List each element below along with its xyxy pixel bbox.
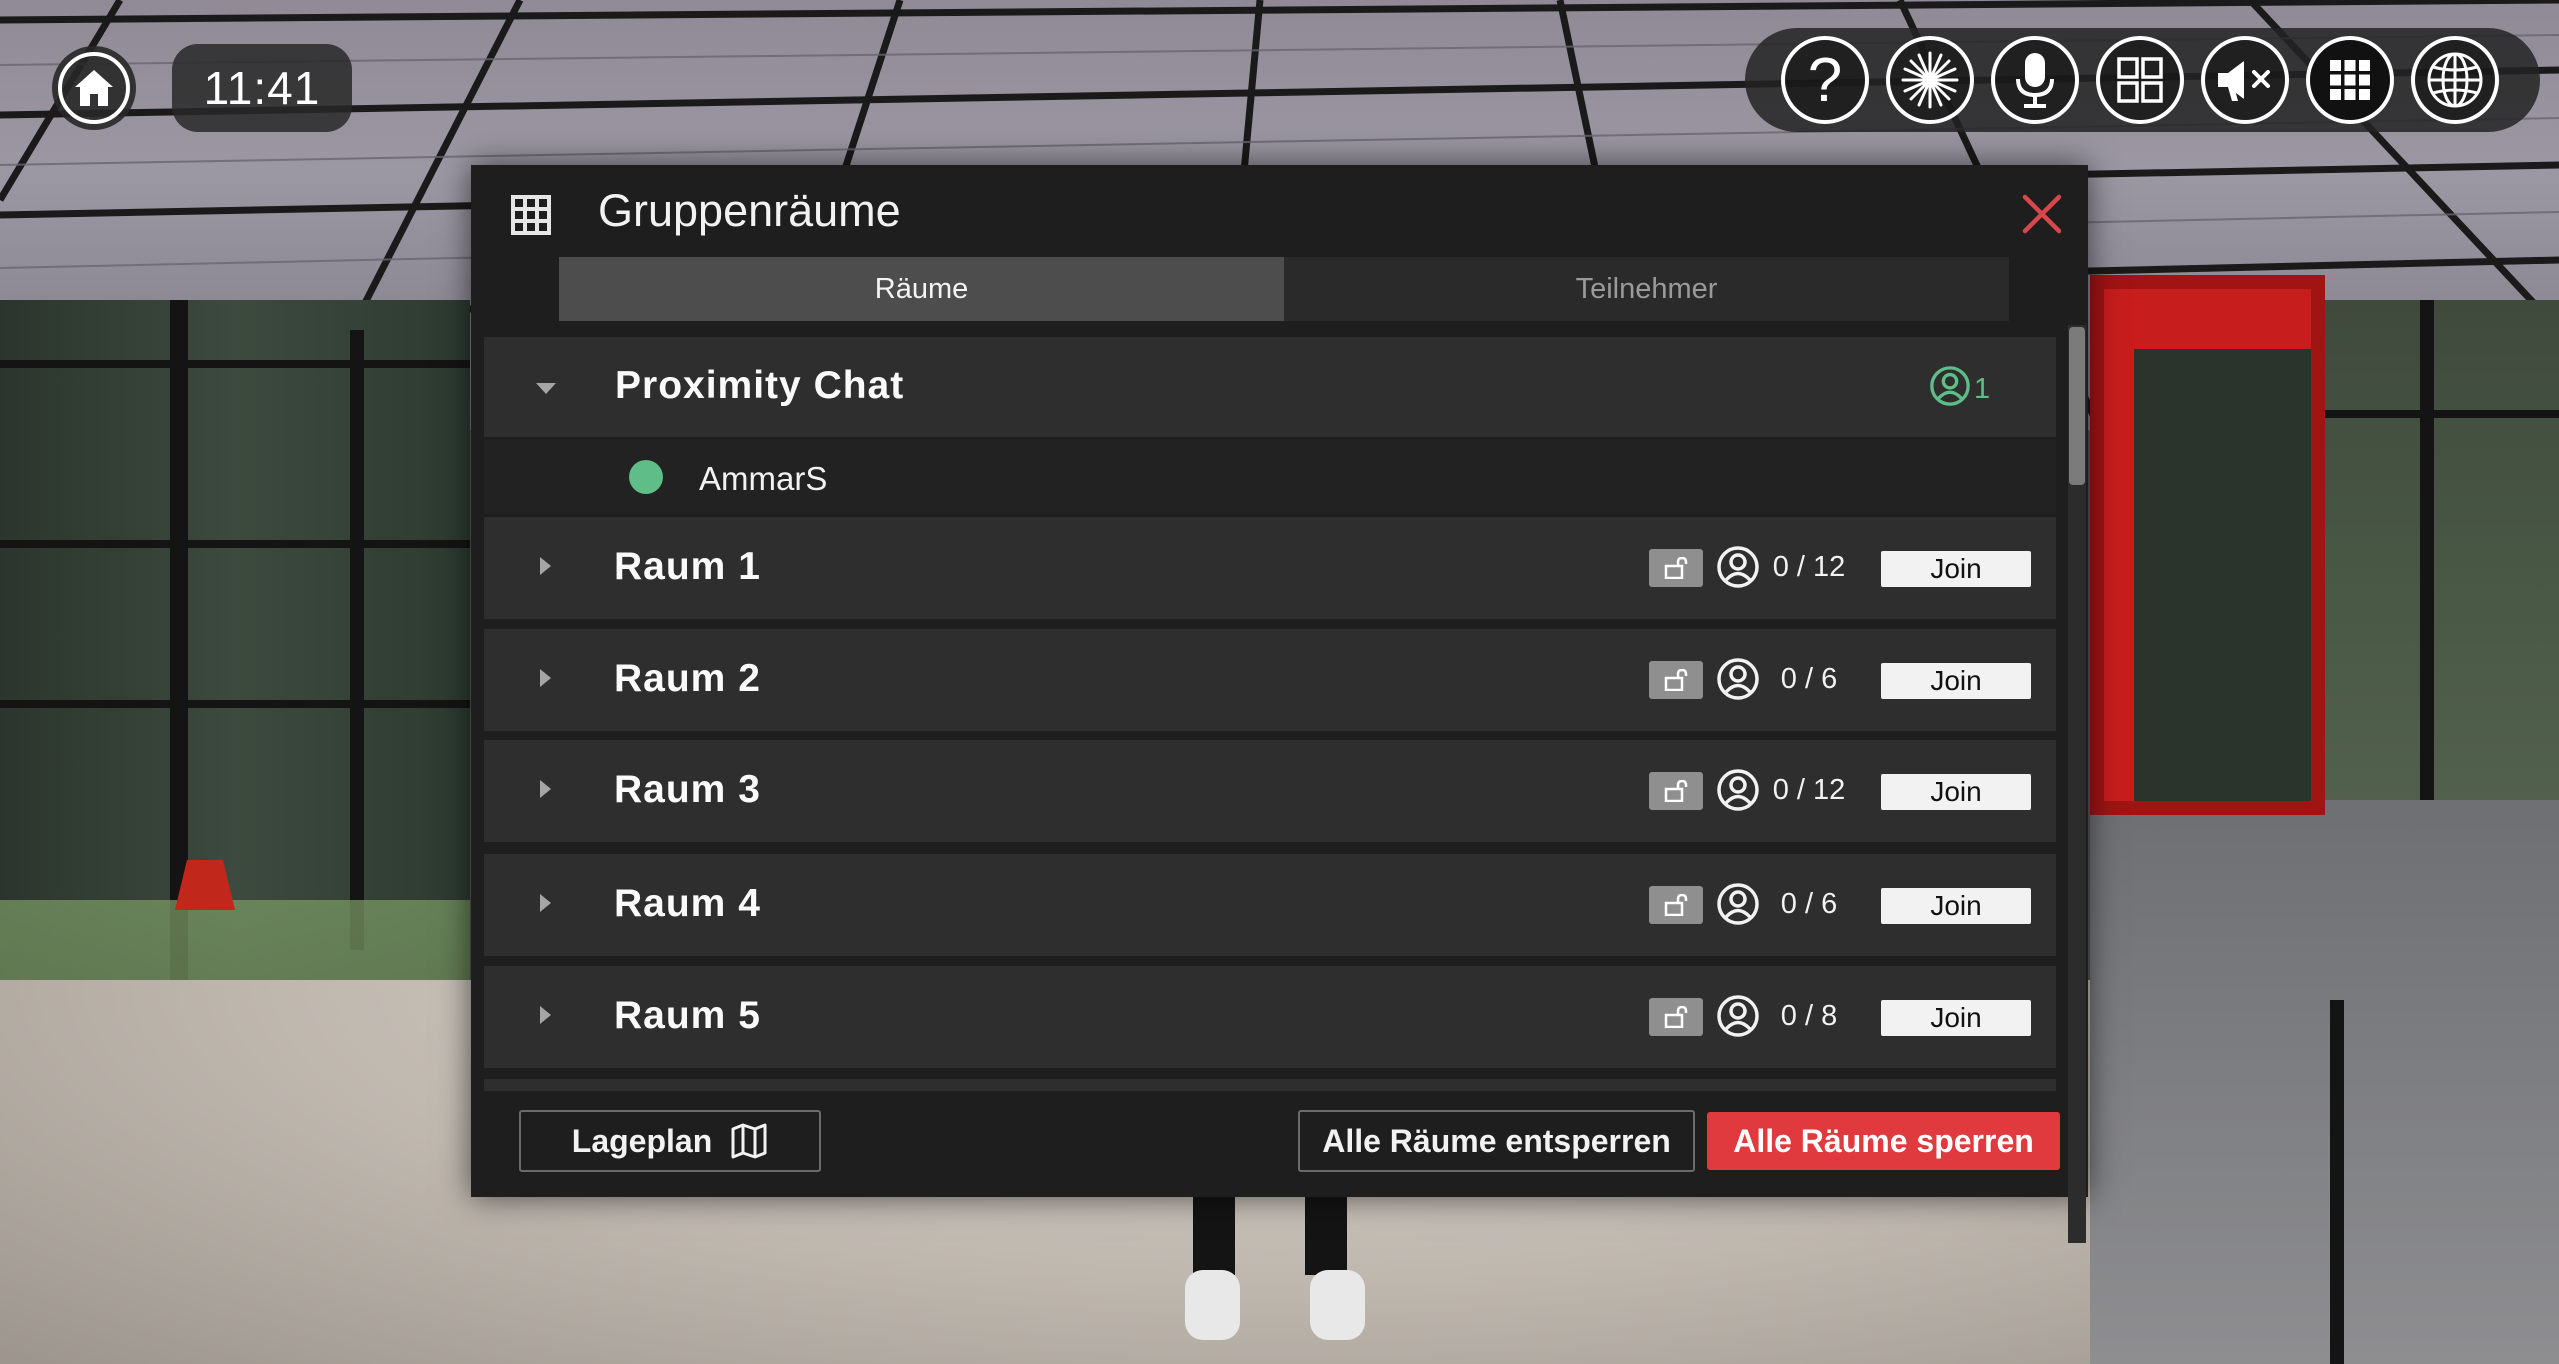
room-name: Raum 4 [614, 882, 761, 925]
chevron-right-icon[interactable] [540, 557, 551, 575]
online-status-icon [629, 460, 663, 494]
room-name: Raum 5 [614, 994, 761, 1037]
right-floor [2090, 800, 2559, 1364]
unlocked-icon[interactable] [1649, 772, 1703, 810]
language-button[interactable] [2411, 36, 2499, 124]
close-icon[interactable] [2021, 193, 2063, 235]
unlocked-icon[interactable] [1649, 549, 1703, 587]
lock-all-rooms-button[interactable]: Alle Räume sperren [1707, 1112, 2060, 1170]
proximity-chat-count: 1 [1974, 373, 1991, 405]
home-icon [75, 70, 113, 106]
mute-speaker-icon [2218, 61, 2270, 101]
chevron-right-icon[interactable] [540, 894, 551, 912]
home-button[interactable] [52, 46, 136, 130]
tab-participants[interactable]: Teilnehmer [1284, 257, 2009, 321]
join-button[interactable]: Join [1881, 888, 2031, 924]
chevron-right-icon[interactable] [540, 780, 551, 798]
help-button[interactable]: ? [1781, 36, 1869, 124]
room-capacity: 0 / 6 [1780, 888, 1838, 920]
room-name: Raum 3 [614, 768, 761, 811]
join-button[interactable]: Join [1881, 663, 2031, 699]
join-button[interactable]: Join [1881, 774, 2031, 810]
room-row-5[interactable]: Raum 5 0 / 8 Join [484, 966, 2056, 1068]
tab-rooms[interactable]: Räume [559, 257, 1284, 321]
window-frame [0, 700, 470, 708]
layout-icon [2117, 57, 2163, 103]
laser-pointer-icon [1901, 51, 1959, 109]
room-capacity: 0 / 8 [1780, 1000, 1838, 1032]
window-frame [2420, 300, 2434, 820]
unlocked-icon[interactable] [1649, 886, 1703, 924]
room-row-4[interactable]: Raum 4 0 / 6 Join [484, 854, 2056, 956]
room-capacity: 0 / 6 [1780, 663, 1838, 695]
clock: 11:41 [172, 44, 352, 132]
mute-audio-button[interactable] [2201, 36, 2289, 124]
room-capacity: 0 / 12 [1772, 551, 1846, 583]
railing-post [2330, 1000, 2344, 1364]
scrollbar-thumb[interactable] [2069, 327, 2085, 485]
window-frame [0, 540, 470, 548]
globe-icon [2427, 52, 2483, 108]
site-map-button[interactable]: Lageplan [519, 1110, 821, 1172]
help-icon: ? [1807, 46, 1843, 115]
dialog-header: Gruppenräume [471, 165, 2088, 257]
room-row-2[interactable]: Raum 2 0 / 6 Join [484, 629, 2056, 731]
group-rooms-button[interactable] [2306, 36, 2394, 124]
dialog-title: Gruppenräume [598, 185, 901, 236]
microphone-icon [2016, 53, 2054, 108]
room-row-1[interactable]: Raum 1 0 / 12 Join [484, 517, 2056, 619]
room-name: Raum 2 [614, 657, 761, 700]
group-rooms-icon [511, 195, 551, 235]
site-map-label: Lageplan [571, 1122, 713, 1159]
hud-toolbar: ? [1745, 28, 2540, 132]
window-frame [350, 330, 364, 950]
user-count-icon [1930, 366, 1970, 406]
join-button[interactable]: Join [1881, 1000, 2031, 1036]
member-item: AmmarS [484, 440, 2056, 514]
member-name: AmmarS [699, 460, 828, 497]
chevron-right-icon[interactable] [540, 1006, 551, 1024]
microphone-button[interactable] [1991, 36, 2079, 124]
group-rooms-icon [2330, 60, 2370, 100]
laser-pointer-button[interactable] [1886, 36, 1974, 124]
red-doorway [2090, 275, 2325, 815]
map-icon [731, 1123, 767, 1159]
room-row-3[interactable]: Raum 3 0 / 12 Join [484, 740, 2056, 842]
unlock-all-rooms-button[interactable]: Alle Räume entsperren [1298, 1110, 1695, 1172]
group-rooms-dialog: Gruppenräume Räume Teilnehmer Proximity … [471, 165, 2088, 1243]
proximity-chat-row[interactable]: Proximity Chat 1 [484, 337, 2056, 437]
dialog-tabs: Räume Teilnehmer [559, 257, 2009, 321]
room-name: Raum 1 [614, 545, 761, 588]
unlocked-icon[interactable] [1649, 661, 1703, 699]
window-frame [0, 360, 470, 368]
join-button[interactable]: Join [1881, 551, 2031, 587]
proximity-chat-title: Proximity Chat [615, 364, 905, 407]
chevron-down-icon[interactable] [536, 383, 556, 394]
unlocked-icon[interactable] [1649, 998, 1703, 1036]
room-row-partial [484, 1079, 2056, 1091]
room-capacity: 0 / 12 [1772, 774, 1846, 806]
layout-button[interactable] [2096, 36, 2184, 124]
chevron-right-icon[interactable] [540, 669, 551, 687]
